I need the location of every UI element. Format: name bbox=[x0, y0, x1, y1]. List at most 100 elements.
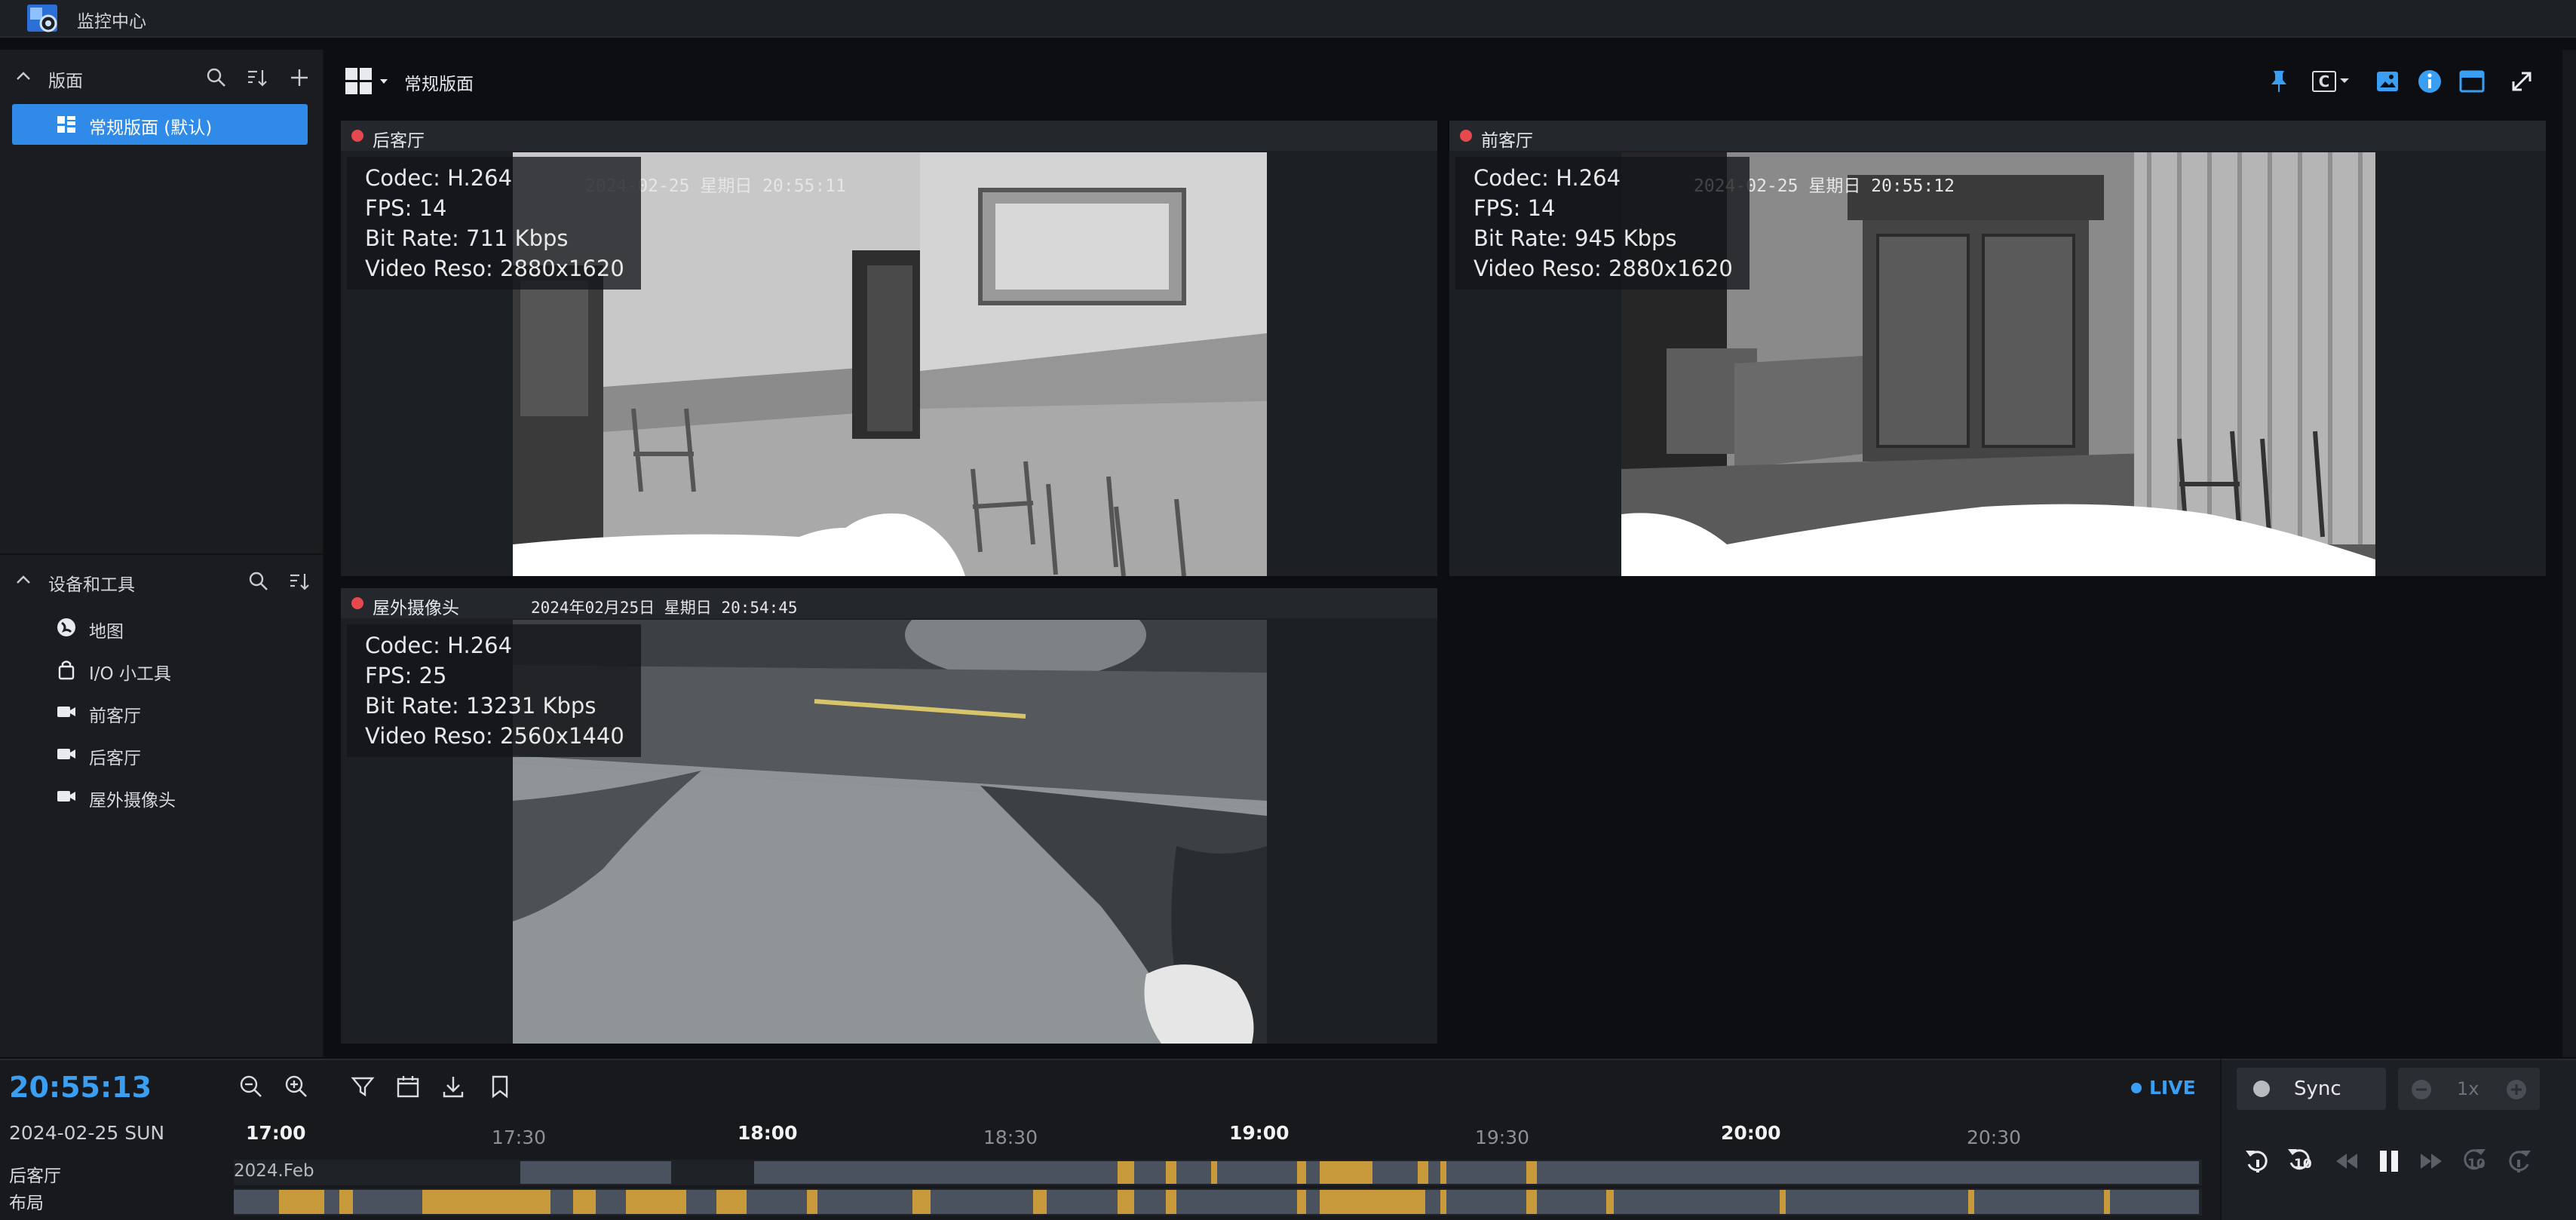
sort-icon[interactable] bbox=[288, 570, 311, 593]
current-date: 2024-02-25 SUN bbox=[9, 1122, 165, 1144]
devices-section-header[interactable]: 设备和工具 bbox=[0, 566, 324, 596]
speed-value: 1x bbox=[2457, 1078, 2479, 1099]
calendar-icon[interactable] bbox=[395, 1074, 421, 1099]
zoom-out-icon[interactable] bbox=[238, 1074, 264, 1099]
jump-forward-icon[interactable] bbox=[2502, 1145, 2535, 1178]
main-header bbox=[326, 50, 2561, 115]
jump-back-icon[interactable] bbox=[2241, 1145, 2274, 1178]
layout-item-label: 常规版面 (默认) bbox=[89, 118, 213, 138]
layout-item-default[interactable]: 常规版面 (默认) bbox=[12, 104, 308, 145]
section-divider bbox=[0, 553, 324, 555]
device-item-label: 地图 bbox=[89, 622, 124, 642]
timeline-date-marker: 2024.Feb bbox=[234, 1161, 314, 1181]
camera-title-bar: 屋外摄像头 bbox=[341, 588, 1437, 618]
camera-name: 后客厅 bbox=[373, 131, 425, 151]
time-tick: 18:00 bbox=[738, 1122, 798, 1144]
next-frame-icon[interactable] bbox=[2415, 1145, 2448, 1178]
time-tick: 18:30 bbox=[983, 1127, 1038, 1148]
stat-codec: Codec: H.264 bbox=[365, 165, 513, 191]
search-icon[interactable] bbox=[247, 570, 270, 593]
stat-resolution: Video Reso: 2880x1620 bbox=[365, 256, 624, 281]
app-logo-icon bbox=[27, 5, 57, 32]
current-layout-name: 常规版面 bbox=[404, 75, 474, 94]
filter-icon[interactable] bbox=[350, 1074, 376, 1099]
sync-toggle-indicator bbox=[2253, 1081, 2270, 1097]
vertical-scrollbar[interactable] bbox=[2562, 50, 2576, 1057]
camera-panel-front-living-room[interactable]: 前客厅 2024-02-25 星期日 20:55:12 Codec: H.264… bbox=[1449, 121, 2546, 576]
sort-icon[interactable] bbox=[246, 66, 268, 89]
layout-switch-icon[interactable] bbox=[344, 66, 392, 97]
camera-stats-overlay: Codec: H.264 FPS: 14 Bit Rate: 945 Kbps … bbox=[1455, 157, 1750, 290]
camera-title-bar: 前客厅 bbox=[1449, 121, 2546, 151]
search-icon[interactable] bbox=[205, 66, 228, 89]
track-label: 布局 bbox=[9, 1194, 44, 1213]
map-icon bbox=[57, 618, 75, 636]
track-label: 后客厅 bbox=[9, 1166, 61, 1186]
speed-increase-icon[interactable] bbox=[2505, 1078, 2528, 1101]
camera-stats-overlay: Codec: H.264 FPS: 14 Bit Rate: 711 Kbps … bbox=[347, 157, 641, 290]
camera-panel-back-living-room[interactable]: 后客厅 2024-02-25 星期日 20:55:11 Codec: H.264… bbox=[341, 121, 1437, 576]
layout-grid-icon bbox=[57, 116, 75, 133]
sync-button[interactable]: Sync bbox=[2237, 1068, 2386, 1110]
device-item-back-living-room[interactable]: 后客厅 bbox=[53, 737, 309, 771]
pause-icon[interactable] bbox=[2372, 1145, 2406, 1178]
skip-forward-10-button[interactable]: 10 bbox=[2457, 1145, 2490, 1178]
live-button[interactable]: LIVE bbox=[2149, 1077, 2196, 1099]
current-time: 20:55:13 bbox=[9, 1071, 152, 1104]
bookmark-icon[interactable] bbox=[487, 1074, 513, 1099]
recording-indicator bbox=[351, 130, 363, 142]
chevron-up-icon[interactable] bbox=[15, 68, 32, 84]
pin-icon[interactable] bbox=[2262, 65, 2295, 98]
stat-codec: Codec: H.264 bbox=[1474, 165, 1621, 191]
camera-icon bbox=[57, 707, 75, 717]
recording-indicator bbox=[351, 597, 363, 609]
camera-title-bar: 后客厅 bbox=[341, 121, 1437, 151]
download-icon[interactable] bbox=[440, 1074, 466, 1099]
chevron-up-icon[interactable] bbox=[15, 572, 32, 588]
recording-indicator bbox=[1460, 130, 1472, 142]
fullscreen-icon[interactable] bbox=[2505, 65, 2538, 98]
layouts-section-header[interactable]: 版面 bbox=[0, 62, 324, 92]
stat-bitrate: Bit Rate: 13231 Kbps bbox=[365, 693, 596, 719]
app-title: 监控中心 bbox=[77, 12, 146, 32]
previous-frame-icon[interactable] bbox=[2330, 1145, 2363, 1178]
devices-section-label: 设备和工具 bbox=[48, 575, 135, 595]
camera-icon bbox=[57, 749, 75, 759]
skip-back-seconds: 10 bbox=[2294, 1157, 2312, 1172]
camera-stats-overlay: Codec: H.264 FPS: 25 Bit Rate: 13231 Kbp… bbox=[347, 624, 641, 757]
live-indicator-dot bbox=[2131, 1083, 2142, 1093]
stat-bitrate: Bit Rate: 711 Kbps bbox=[365, 225, 569, 251]
sidebar: 版面 常规版面 (默认) 设备和工具 地图 I/O 小工具 前客厅 后客厅 屋外… bbox=[0, 50, 324, 1057]
time-tick: 19:30 bbox=[1475, 1127, 1530, 1148]
time-tick: 20:00 bbox=[1721, 1122, 1781, 1144]
device-item-io-module[interactable]: I/O 小工具 bbox=[53, 653, 309, 686]
device-item-label: 后客厅 bbox=[89, 749, 141, 768]
camera-name: 前客厅 bbox=[1481, 131, 1533, 151]
speed-decrease-icon[interactable] bbox=[2410, 1078, 2433, 1101]
device-item-outdoor-camera[interactable]: 屋外摄像头 bbox=[53, 780, 309, 813]
chevron-down-icon bbox=[2340, 78, 2349, 83]
time-tick: 17:30 bbox=[492, 1127, 547, 1148]
stat-fps: FPS: 14 bbox=[1474, 195, 1556, 221]
stat-codec: Codec: H.264 bbox=[365, 633, 513, 658]
info-icon[interactable] bbox=[2413, 65, 2446, 98]
camera-name: 屋外摄像头 bbox=[373, 599, 459, 618]
recording-timeline-tracks[interactable] bbox=[234, 1160, 2202, 1217]
stat-resolution: Video Reso: 2880x1620 bbox=[1474, 256, 1733, 281]
device-item-label: 屋外摄像头 bbox=[89, 791, 176, 811]
camera-panel-outdoor[interactable]: 屋外摄像头 2024年02月25日 星期日 20:54:45 Codec: H.… bbox=[341, 588, 1437, 1044]
aspect-ratio-menu[interactable]: C bbox=[2309, 65, 2354, 98]
title-bar bbox=[0, 0, 2576, 38]
device-item-map[interactable]: 地图 bbox=[53, 611, 309, 644]
io-module-icon bbox=[58, 661, 75, 680]
device-item-front-living-room[interactable]: 前客厅 bbox=[53, 695, 309, 728]
window-panel-icon[interactable] bbox=[2455, 65, 2489, 98]
stat-fps: FPS: 14 bbox=[365, 195, 447, 221]
layouts-section-label: 版面 bbox=[48, 72, 83, 91]
snapshot-image-icon[interactable] bbox=[2371, 65, 2404, 98]
add-icon[interactable] bbox=[288, 66, 311, 89]
stat-resolution: Video Reso: 2560x1440 bbox=[365, 723, 624, 749]
skip-back-10-button[interactable]: 10 bbox=[2283, 1145, 2317, 1178]
zoom-in-icon[interactable] bbox=[284, 1074, 309, 1099]
stat-fps: FPS: 25 bbox=[365, 663, 447, 688]
